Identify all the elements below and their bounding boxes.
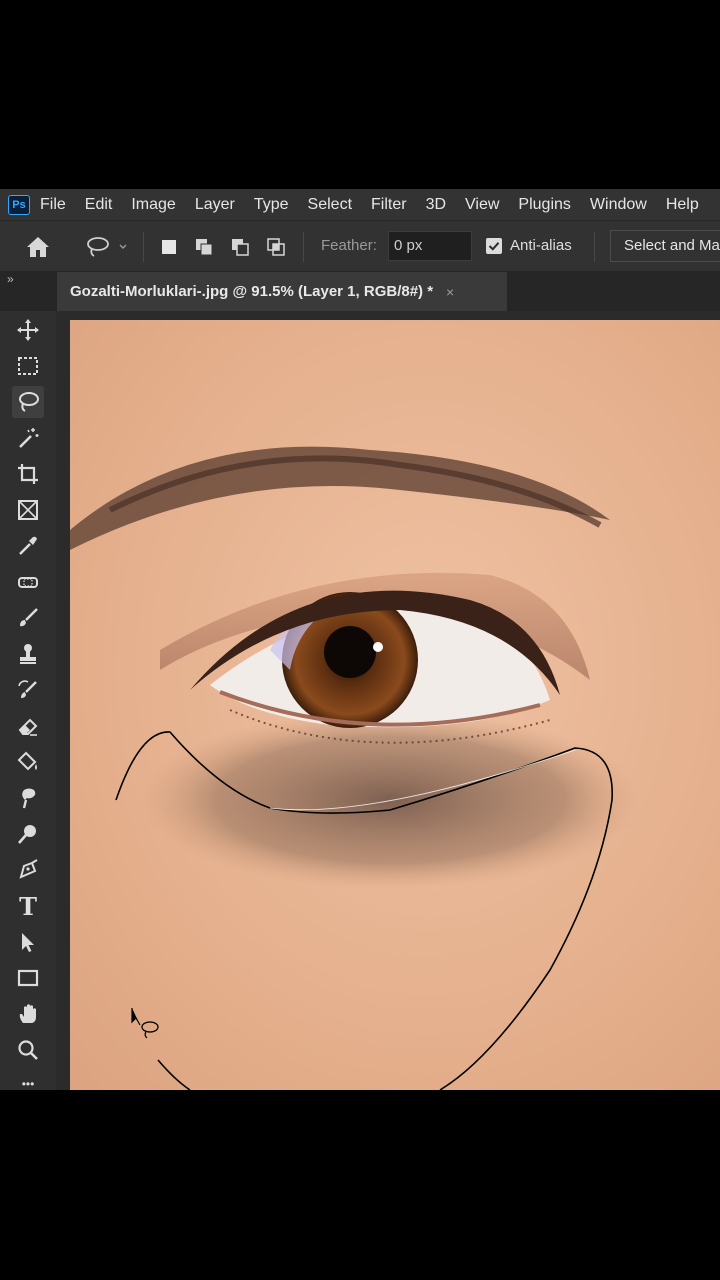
marquee-tool[interactable] [12,350,44,382]
app-logo[interactable]: Ps [8,194,30,215]
smudge-icon [22,788,36,809]
tool-preset-picker[interactable] [84,233,130,261]
menu-bar: Ps File Edit Image Layer Type Select Fil… [0,189,720,220]
menu-view[interactable]: View [465,196,499,214]
paint-bucket-tool[interactable] [12,746,44,778]
subtract-from-selection-button[interactable] [230,237,250,257]
intersect-selection-icon [267,238,285,256]
rectangle-icon [17,969,39,987]
path-selection-tool[interactable] [12,926,44,958]
photo-eye-closeup [70,320,720,1090]
menu-window[interactable]: Window [590,196,647,214]
collapse-panel-icon[interactable]: » [7,272,14,286]
pen-tool[interactable] [12,854,44,886]
lasso-tool[interactable] [12,386,44,418]
eyedropper-tool[interactable] [12,530,44,562]
clone-stamp-tool[interactable] [12,638,44,670]
brush-tool[interactable] [12,602,44,634]
subtract-selection-icon [232,239,249,256]
photoshop-window: Ps File Edit Image Layer Type Select Fil… [0,189,720,1090]
intersect-selection-button[interactable] [266,237,286,257]
add-selection-icon [196,239,213,256]
arrow-cursor-icon [22,933,34,952]
close-icon[interactable]: × [446,284,454,300]
select-and-mask-button[interactable]: Select and Ma [610,230,720,262]
rectangle-tool[interactable] [12,962,44,994]
divider [303,232,304,262]
magic-wand-icon [19,428,39,448]
more-icon: ••• [21,1077,35,1090]
new-selection-button[interactable] [159,237,179,257]
zoom-tool[interactable] [12,1034,44,1066]
tools-panel: T ••• [0,311,56,1090]
divider [143,232,144,262]
lasso-icon [19,392,39,412]
anti-alias-label: Anti-alias [510,237,572,254]
feather-label: Feather: [321,237,377,254]
more-tools[interactable]: ••• [12,1068,44,1090]
eraser-icon [18,718,38,736]
dodge-icon [18,825,36,844]
document-tab[interactable]: Gozalti-Morluklari-.jpg @ 91.5% (Layer 1… [57,272,507,311]
pen-icon [19,859,38,879]
eraser-tool[interactable] [12,710,44,742]
new-selection-icon [162,240,176,254]
menu-help[interactable]: Help [666,196,699,214]
home-icon [27,237,49,257]
anti-alias-checkbox[interactable] [486,238,502,254]
menu-edit[interactable]: Edit [85,196,113,214]
lasso-icon [87,237,127,257]
dodge-tool[interactable] [12,818,44,850]
menu-select[interactable]: Select [308,196,352,214]
type-icon: T [19,891,37,921]
stamp-icon [20,644,36,664]
home-button[interactable] [24,235,52,259]
menu-type[interactable]: Type [254,196,289,214]
hand-tool[interactable] [12,998,44,1030]
history-brush-icon [18,680,37,698]
menu-file[interactable]: File [40,196,66,214]
frame-tool[interactable] [12,494,44,526]
marquee-icon [18,357,38,375]
hand-icon [19,1004,36,1023]
add-to-selection-button[interactable] [194,237,214,257]
move-tool[interactable] [12,314,44,346]
brush-icon [20,608,38,627]
document-canvas[interactable] [70,320,720,1090]
crop-icon [18,464,38,484]
healing-brush-tool[interactable] [12,566,44,598]
menu-3d[interactable]: 3D [426,196,446,214]
checkmark-icon [488,242,500,251]
divider [594,232,595,262]
options-bar: Feather: 0 px Anti-alias Select and Ma [0,220,720,272]
magic-wand-tool[interactable] [12,422,44,454]
type-tool[interactable]: T [12,890,44,922]
history-brush-tool[interactable] [12,674,44,706]
menu-plugins[interactable]: Plugins [518,196,570,214]
menu-filter[interactable]: Filter [371,196,407,214]
eyedropper-icon [19,536,37,555]
crop-tool[interactable] [12,458,44,490]
move-icon [17,319,39,341]
menu-image[interactable]: Image [131,196,175,214]
menu-layer[interactable]: Layer [195,196,235,214]
feather-input[interactable]: 0 px [388,231,472,261]
bandage-icon [18,577,38,588]
document-tab-bar: » Gozalti-Morluklari-.jpg @ 91.5% (Layer… [0,272,720,311]
document-tab-title: Gozalti-Morluklari-.jpg @ 91.5% (Layer 1… [70,283,434,300]
paint-bucket-icon [17,751,37,771]
magnifier-icon [18,1040,38,1060]
smudge-tool[interactable] [12,782,44,814]
frame-icon [18,500,38,520]
